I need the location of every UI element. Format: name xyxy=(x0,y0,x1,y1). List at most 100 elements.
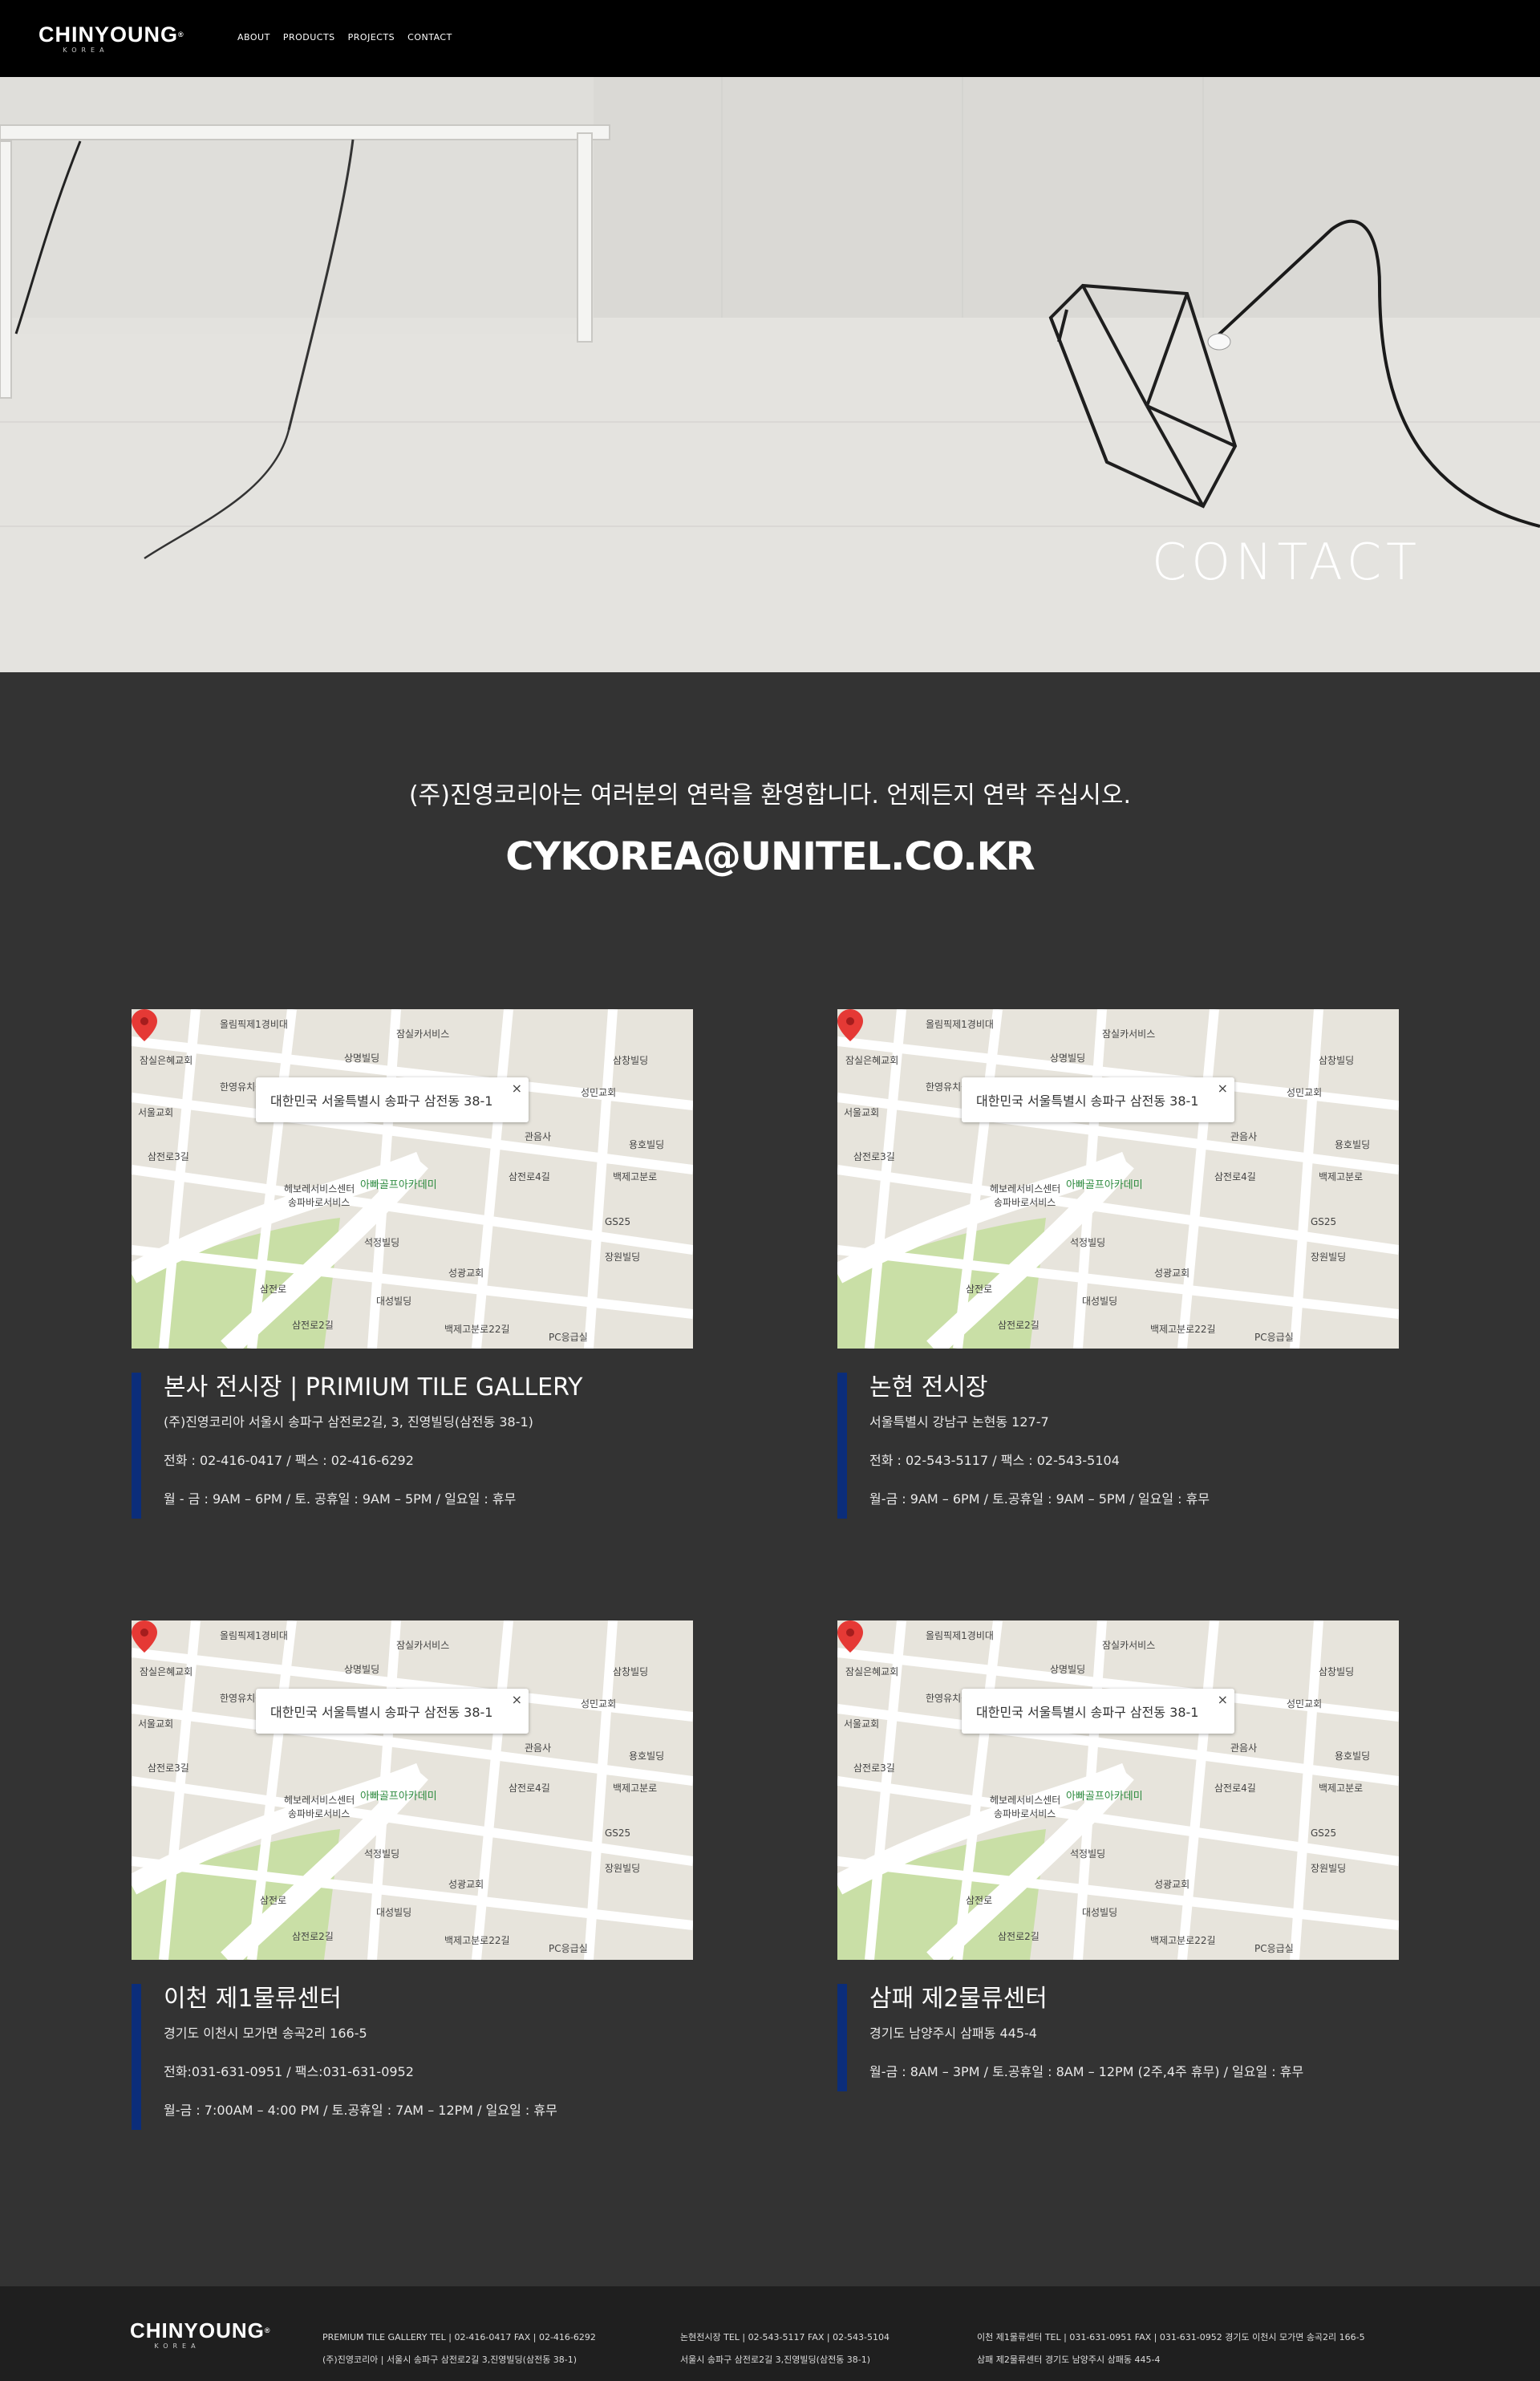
map-place-name: 관음사 xyxy=(1230,1131,1258,1142)
map-place-name: 장원빌딩 xyxy=(1311,1863,1347,1874)
map-place-name: 성광교회 xyxy=(448,1268,484,1279)
footer-line: 논현전시장 TEL | 02-543-5117 FAX | 02-543-510… xyxy=(680,2332,890,2342)
map-place-name: 삼전로4길 xyxy=(509,1171,550,1182)
map-place-name: 용호빌딩 xyxy=(629,1139,665,1150)
map-place-name: 헤보레서비스센터 xyxy=(990,1183,1061,1195)
map-place-name: 백제고분로22길 xyxy=(444,1324,510,1335)
map-popup-text: 대한민국 서울특별시 송파구 삼전동 38-1 xyxy=(270,1705,493,1720)
map-popup-text: 대한민국 서울특별시 송파구 삼전동 38-1 xyxy=(976,1705,1199,1720)
map-popup-text: 대한민국 서울특별시 송파구 삼전동 38-1 xyxy=(270,1093,493,1109)
nav-about[interactable]: ABOUT xyxy=(237,32,270,43)
location-address: 서울특별시 강남구 논현동 127-7 xyxy=(869,1414,1049,1430)
footer-logistics-info: 이천 제1물류센터 TEL | 031-631-0951 FAX | 031-6… xyxy=(977,2326,1365,2371)
map-place-name: 상명빌딩 xyxy=(344,1664,380,1675)
location-map[interactable]: 올림픽제1경비대 잠실카서비스 상명빌딩 삼창빌딩 잠실은혜교회 성민교회 한영유치원 서울교… xyxy=(132,1620,693,1960)
location-title: 삼패 제2물류센터 xyxy=(869,1985,1048,2013)
map-place-name: 성민교회 xyxy=(581,1087,617,1098)
map-place-name: 관음사 xyxy=(1230,1742,1258,1754)
location-title: 본사 전시장 | PRIMIUM TILE GALLERY xyxy=(164,1373,583,1401)
map-place-name: 장원빌딩 xyxy=(605,1251,641,1263)
contact-email[interactable]: CYKOREA@UNITEL.CO.KR xyxy=(0,834,1540,879)
close-icon[interactable]: × xyxy=(512,1081,522,1096)
location-info: 본사 전시장 | PRIMIUM TILE GALLERY (주)진영코리아 서… xyxy=(132,1373,693,1519)
location-phone: 전화 : 02-543-5117 / 팩스 : 02-543-5104 xyxy=(869,1453,1120,1468)
close-icon[interactable]: × xyxy=(512,1692,522,1707)
map-place-name: 대성빌딩 xyxy=(376,1907,412,1918)
map-place-name: 상명빌딩 xyxy=(344,1053,380,1064)
location-map[interactable]: 올림픽제1경비대 잠실카서비스 상명빌딩 삼창빌딩 잠실은혜교회 성민교회 한영유치원 서울교… xyxy=(837,1009,1399,1349)
nav-projects[interactable]: PROJECTS xyxy=(348,32,395,43)
map-place-name: 서울교회 xyxy=(844,1107,880,1118)
map-pin-icon[interactable] xyxy=(837,1009,863,1041)
location-map[interactable]: 올림픽제1경비대 잠실카서비스 상명빌딩 삼창빌딩 잠실은혜교회 성민교회 한영유치원 서울교… xyxy=(837,1620,1399,1960)
map-place-name: 잠실카서비스 xyxy=(396,1640,450,1651)
map-place-name: 삼창빌딩 xyxy=(1319,1666,1355,1677)
map-place-name: 잠실카서비스 xyxy=(396,1028,450,1040)
map-place-name: 관음사 xyxy=(525,1742,552,1754)
map-place-name: 삼전로4길 xyxy=(509,1783,550,1794)
map-place-name: PC응급실 xyxy=(549,1943,588,1954)
map-place-name: 상명빌딩 xyxy=(1050,1053,1086,1064)
location-map[interactable]: 올림픽제1경비대 잠실카서비스 상명빌딩 삼창빌딩 잠실은혜교회 성민교회 한영유치원 서울교… xyxy=(132,1009,693,1349)
map-place-name: 성민교회 xyxy=(1287,1698,1323,1710)
map-pin-icon[interactable] xyxy=(132,1009,157,1041)
map-place-name: 삼전로3길 xyxy=(148,1762,189,1774)
nav-products[interactable]: PRODUCTS xyxy=(283,32,335,43)
map-place-name: 삼전로3길 xyxy=(853,1151,895,1162)
location-card: 올림픽제1경비대 잠실카서비스 상명빌딩 삼창빌딩 잠실은혜교회 성민교회 한영유치원 서울교… xyxy=(837,1009,1399,1519)
map-place-name: 삼창빌딩 xyxy=(613,1055,649,1066)
map-place-name: 삼전로4길 xyxy=(1214,1783,1256,1794)
map-info-window: 대한민국 서울특별시 송파구 삼전동 38-1 × xyxy=(256,1077,529,1122)
map-place-name: 석정빌딩 xyxy=(364,1848,400,1860)
nav-contact[interactable]: CONTACT xyxy=(407,32,452,43)
map-place-name: 상명빌딩 xyxy=(1050,1664,1086,1675)
map-place-name: 잠실은혜교회 xyxy=(140,1666,193,1677)
map-place-name: 송파바로서비스 xyxy=(288,1197,351,1208)
location-card: 올림픽제1경비대 잠실카서비스 상명빌딩 삼창빌딩 잠실은혜교회 성민교회 한영유치원 서울교… xyxy=(132,1620,693,2130)
footer-logo-text: CHINYOUNG xyxy=(130,2318,265,2342)
map-place-name: 삼전로 xyxy=(260,1895,287,1906)
map-popup-text: 대한민국 서울특별시 송파구 삼전동 38-1 xyxy=(976,1093,1199,1109)
location-title: 논현 전시장 xyxy=(869,1373,988,1401)
map-pin-icon[interactable] xyxy=(132,1620,157,1653)
location-hours: 월 - 금 : 9AM – 6PM / 토. 공휴일 : 9AM – 5PM /… xyxy=(164,1491,517,1507)
map-place-name: 대성빌딩 xyxy=(1082,1907,1118,1918)
map-street xyxy=(1290,1620,1323,1960)
footer-nonhyeon-info: 논현전시장 TEL | 02-543-5117 FAX | 02-543-510… xyxy=(680,2326,890,2371)
map-place-name: 백제고분로 xyxy=(613,1783,658,1794)
map-place-name: 송파바로서비스 xyxy=(994,1197,1056,1208)
map-place-name: 용호빌딩 xyxy=(1335,1750,1371,1762)
map-place-name: 석정빌딩 xyxy=(364,1237,400,1248)
map-place-label: 아빠골프아카데미 xyxy=(360,1791,437,1803)
close-icon[interactable]: × xyxy=(1218,1081,1228,1096)
map-place-name: 삼전로4길 xyxy=(1214,1171,1256,1182)
location-title: 이천 제1물류센터 xyxy=(164,1985,342,2013)
map-place-name: 백제고분로 xyxy=(1319,1783,1364,1794)
map-info-window: 대한민국 서울특별시 송파구 삼전동 38-1 × xyxy=(256,1689,529,1734)
map-place-name: 삼전로2길 xyxy=(998,1320,1040,1331)
map-place-name: 성광교회 xyxy=(448,1879,484,1890)
map-place-name: 성광교회 xyxy=(1154,1879,1190,1890)
map-place-name: 백제고분로 xyxy=(613,1171,658,1182)
footer-line: 삼패 제2물류센터 경기도 남양주시 삼패동 445-4 xyxy=(977,2355,1161,2365)
close-icon[interactable]: × xyxy=(1218,1692,1228,1707)
map-street xyxy=(584,1009,618,1349)
map-place-name: 헤보레서비스센터 xyxy=(990,1795,1061,1806)
map-place-name: 잠실카서비스 xyxy=(1102,1640,1156,1651)
map-street xyxy=(1290,1009,1323,1349)
map-place-name: 삼전로 xyxy=(260,1284,287,1295)
map-place-name: GS25 xyxy=(605,1216,631,1227)
location-info: 논현 전시장 서울특별시 강남구 논현동 127-7 전화 : 02-543-5… xyxy=(837,1373,1399,1519)
map-info-window: 대한민국 서울특별시 송파구 삼전동 38-1 × xyxy=(962,1689,1234,1734)
map-place-name: 헤보레서비스센터 xyxy=(284,1183,355,1195)
map-place-name: PC응급실 xyxy=(1254,1332,1294,1343)
map-street xyxy=(1177,1009,1219,1349)
footer-logo-trademark: ® xyxy=(264,2326,271,2334)
map-place-name: 송파바로서비스 xyxy=(288,1808,351,1819)
location-hours: 월-금 : 8AM – 3PM / 토.공휴일 : 8AM – 12PM (2주… xyxy=(869,2064,1304,2079)
brand-logo[interactable]: CHINYOUNG® KOREA xyxy=(38,22,184,58)
map-pin-icon[interactable] xyxy=(837,1620,863,1653)
map-place-label: 아빠골프아카데미 xyxy=(1066,1179,1143,1191)
footer-logo[interactable]: CHINYOUNG® KOREA xyxy=(130,2318,271,2351)
map-place-name: 잠실카서비스 xyxy=(1102,1028,1156,1040)
